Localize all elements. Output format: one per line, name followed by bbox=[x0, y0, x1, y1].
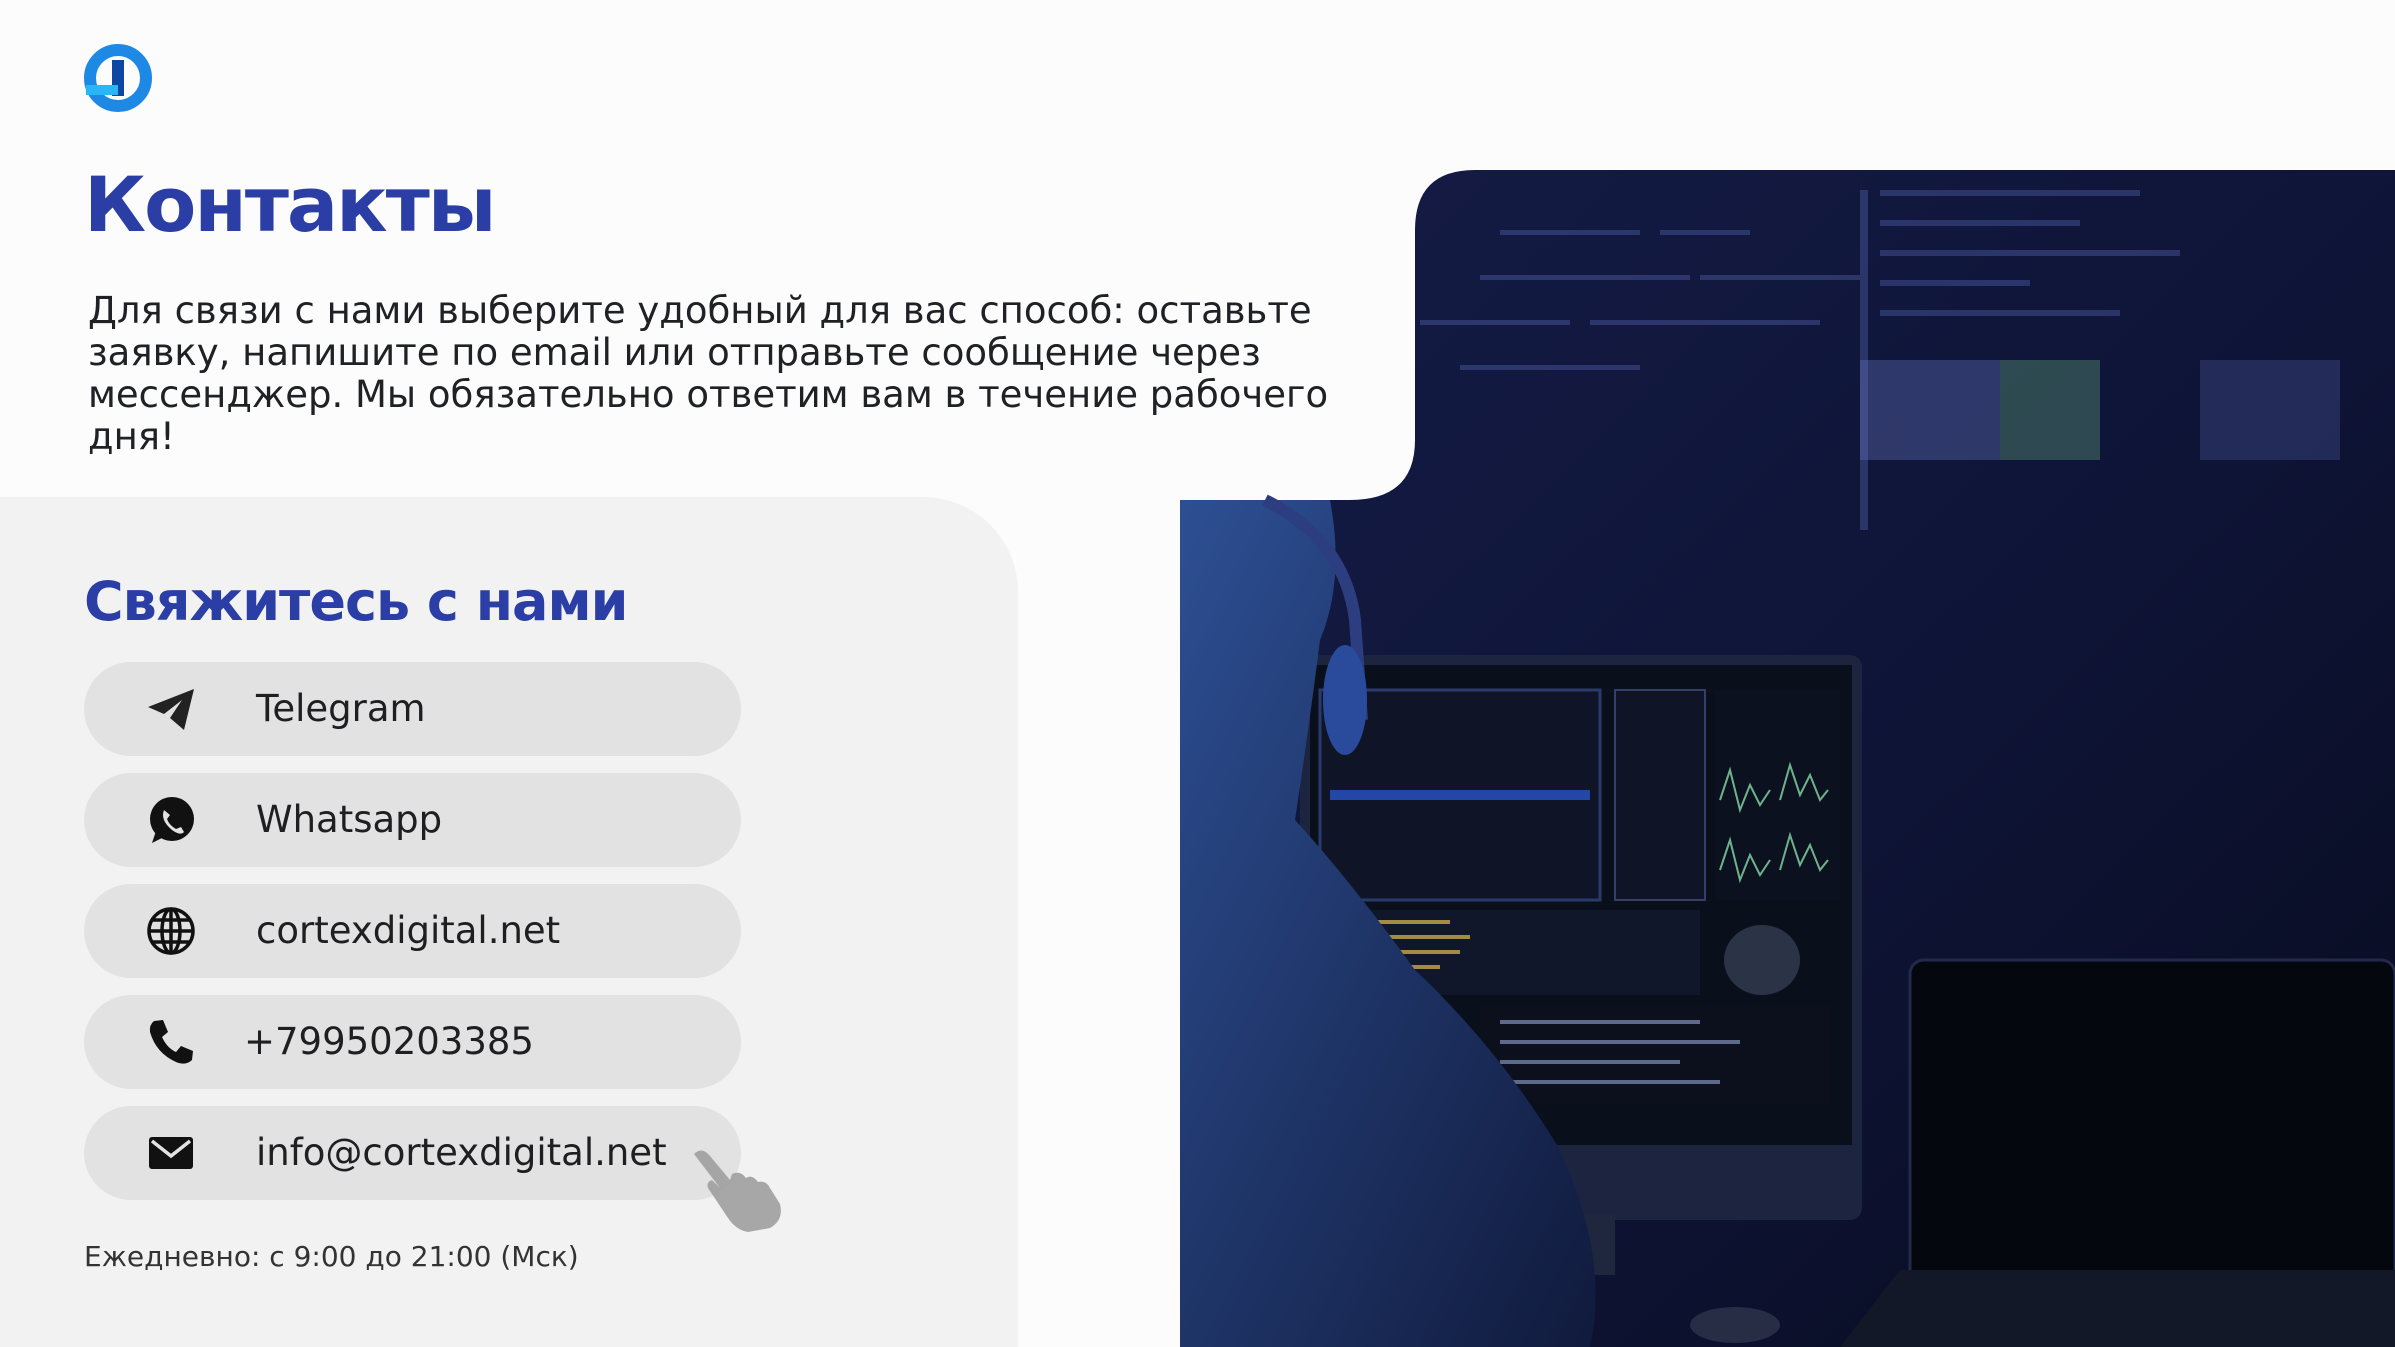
contact-heading: Свяжитесь с нами bbox=[84, 570, 628, 633]
mail-icon bbox=[149, 1137, 193, 1169]
phone-label: +79950203385 bbox=[244, 1020, 534, 1063]
website-label: cortexdigital.net bbox=[256, 909, 561, 952]
website-link[interactable]: cortexdigital.net bbox=[84, 884, 741, 978]
whatsapp-link[interactable]: Whatsapp bbox=[84, 773, 741, 867]
whatsapp-icon bbox=[150, 797, 194, 843]
globe-icon bbox=[147, 907, 195, 955]
intro-text: Для связи с нами выберите удобный для ва… bbox=[88, 289, 1329, 458]
email-link[interactable]: info@cortexdigital.net bbox=[84, 1106, 741, 1200]
whatsapp-label: Whatsapp bbox=[256, 798, 443, 841]
telegram-label: Telegram bbox=[256, 687, 426, 730]
phone-icon bbox=[149, 1020, 193, 1064]
cortex-logo-icon bbox=[84, 44, 152, 112]
phone-link[interactable]: +79950203385 bbox=[84, 995, 741, 1089]
hand-pointer-icon bbox=[694, 1150, 781, 1232]
telegram-link[interactable]: Telegram bbox=[84, 662, 741, 756]
email-label: info@cortexdigital.net bbox=[256, 1131, 667, 1174]
page-title: Контакты bbox=[84, 160, 497, 249]
telegram-icon bbox=[148, 689, 194, 730]
working-hours: Ежедневно: с 9:00 до 21:00 (Мск) bbox=[84, 1240, 579, 1273]
